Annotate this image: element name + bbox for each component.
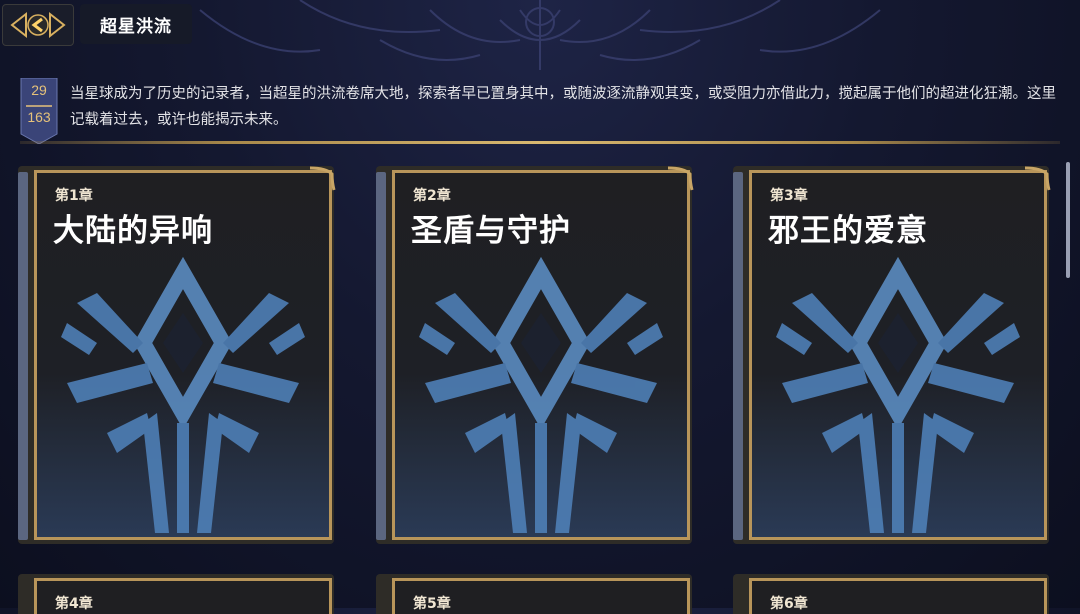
- scrollbar[interactable]: [1066, 162, 1070, 278]
- book-spine: [18, 172, 28, 540]
- progress-total: 163: [27, 109, 51, 125]
- chapter-title: 圣盾与守护: [411, 213, 571, 249]
- back-button[interactable]: [2, 4, 74, 46]
- collection-description: 当星球成为了历史的记录者，当超星的洪流卷席大地，探索者早已置身其中，或随波逐流静…: [70, 86, 1056, 128]
- arrow-left-icon: [10, 11, 66, 39]
- collection-progress-badge: 29 163: [20, 78, 58, 144]
- corner-ornament: [1024, 166, 1051, 191]
- page-title: 超星洪流: [80, 4, 192, 44]
- chapter-number: 第6章: [770, 596, 808, 612]
- chapter-number: 第2章: [413, 188, 451, 204]
- chapter-card-6[interactable]: 第6章: [733, 574, 1049, 614]
- corner-ornament: [309, 166, 336, 191]
- chapter-title: 大陆的异响: [53, 213, 213, 249]
- chapter-card-1[interactable]: 第1章 大陆的异响: [18, 166, 336, 544]
- chapter-number: 第3章: [770, 188, 808, 204]
- chapter-card-4[interactable]: 第4章: [18, 574, 334, 614]
- chapter-card-2[interactable]: 第2章 圣盾与守护: [376, 166, 694, 544]
- chapter-number: 第5章: [413, 596, 451, 612]
- chapter-card-3[interactable]: 第3章 邪王的爱意: [733, 166, 1051, 544]
- chapter-title: 邪王的爱意: [768, 213, 928, 249]
- corner-ornament: [667, 166, 694, 191]
- chapter-number: 第1章: [55, 188, 93, 204]
- divider: [20, 141, 1060, 144]
- chapter-number: 第4章: [55, 596, 93, 612]
- chapter-card-5[interactable]: 第5章: [376, 574, 692, 614]
- crest-emblem-icon: [61, 256, 305, 533]
- book-spine: [733, 172, 743, 540]
- crest-emblem-icon: [419, 256, 663, 533]
- crest-emblem-icon: [776, 256, 1020, 533]
- progress-current: 29: [31, 82, 47, 98]
- book-spine: [376, 172, 386, 540]
